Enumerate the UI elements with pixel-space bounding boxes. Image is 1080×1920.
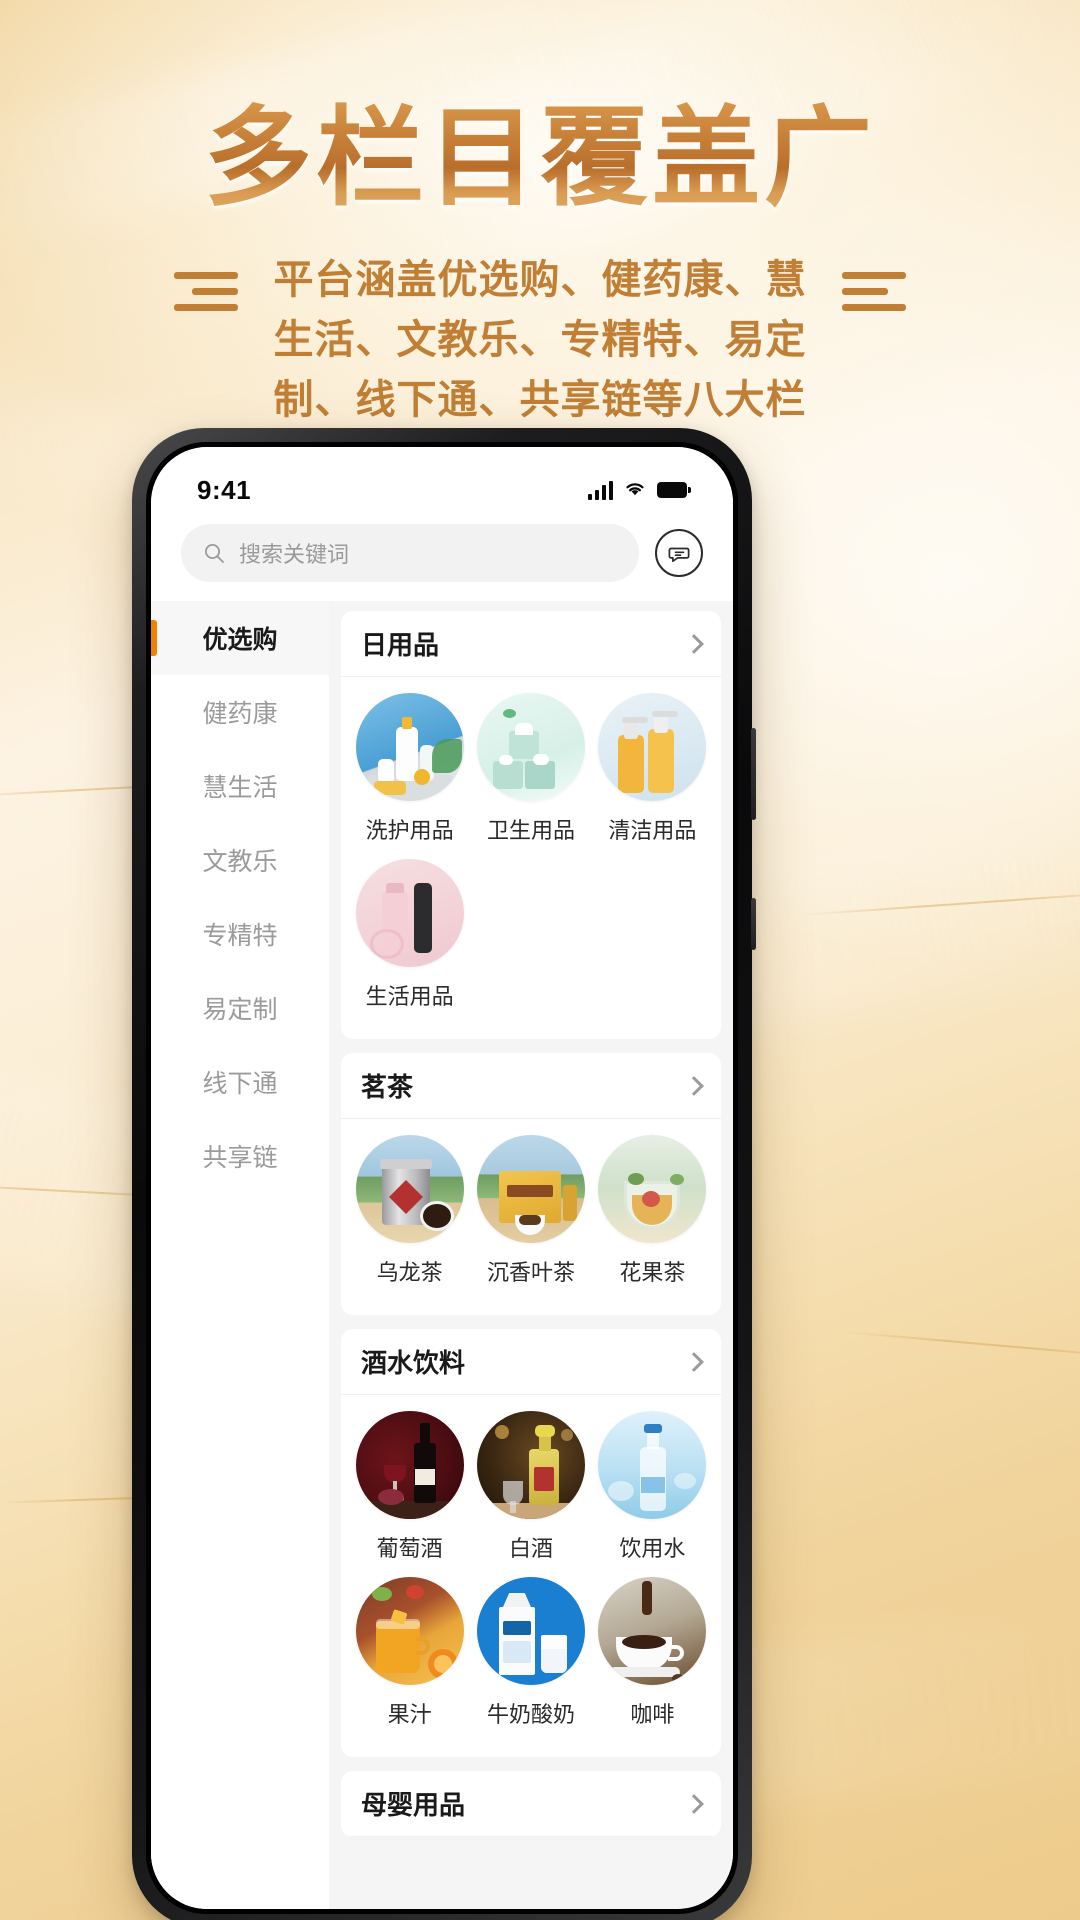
search-icon bbox=[203, 542, 225, 564]
product-thumbnail bbox=[598, 1135, 707, 1243]
section-header[interactable]: 酒水饮料 bbox=[341, 1329, 721, 1395]
product-label: 卫生用品 bbox=[486, 818, 575, 843]
product-label: 白酒 bbox=[508, 1536, 553, 1561]
section-header[interactable]: 日用品 bbox=[341, 611, 721, 677]
product-cell[interactable]: 清洁用品 bbox=[592, 693, 713, 845]
background-line bbox=[842, 1330, 1080, 1360]
phone-power-button bbox=[751, 898, 756, 950]
sidebar-item-jianyaokang[interactable]: 健药康 bbox=[151, 675, 329, 749]
section-card-drinks: 酒水饮料 葡萄酒 白酒 饮用水 果汁 牛奶酸奶 咖啡 bbox=[341, 1329, 721, 1757]
product-thumbnail bbox=[355, 1577, 464, 1685]
product-label: 果汁 bbox=[387, 1702, 432, 1727]
sidebar-item-youxuangou[interactable]: 优选购 bbox=[151, 601, 329, 675]
sidebar-item-label: 共享链 bbox=[202, 1144, 278, 1172]
sidebar-item-label: 文教乐 bbox=[202, 848, 278, 876]
product-cell[interactable]: 白酒 bbox=[470, 1411, 591, 1563]
battery-full-icon bbox=[657, 482, 691, 498]
product-cell[interactable]: 咖啡 bbox=[592, 1577, 713, 1729]
chevron-right-icon[interactable] bbox=[684, 1075, 704, 1096]
product-cell[interactable]: 花果茶 bbox=[592, 1135, 713, 1287]
product-thumbnail bbox=[355, 1411, 464, 1519]
product-label: 乌龙茶 bbox=[376, 1260, 443, 1285]
phone-bezel: 9:41 搜索关键词 优选购 健药康 慧生活 文教乐 专精特 易定制 线下通 共… bbox=[146, 442, 738, 1914]
category-sidebar[interactable]: 优选购 健药康 慧生活 文教乐 专精特 易定制 线下通 共享链 bbox=[151, 601, 329, 1909]
search-input[interactable]: 搜索关键词 bbox=[181, 524, 639, 582]
sidebar-item-label: 易定制 bbox=[202, 996, 278, 1024]
product-thumbnail bbox=[598, 1411, 707, 1519]
product-label: 花果茶 bbox=[619, 1260, 686, 1285]
chevron-right-icon[interactable] bbox=[684, 1351, 704, 1372]
chevron-right-icon[interactable] bbox=[684, 1793, 704, 1814]
product-label: 生活用品 bbox=[365, 984, 454, 1009]
status-time: 9:41 bbox=[197, 474, 252, 505]
status-bar: 9:41 bbox=[151, 447, 733, 519]
phone-screen: 9:41 搜索关键词 优选购 健药康 慧生活 文教乐 专精特 易定制 线下通 共… bbox=[151, 447, 733, 1909]
signal-bars-icon bbox=[588, 480, 613, 500]
sidebar-item-label: 专精特 bbox=[202, 922, 278, 950]
status-icons bbox=[588, 479, 691, 502]
sidebar-item-label: 优选购 bbox=[202, 626, 278, 654]
search-placeholder: 搜索关键词 bbox=[239, 542, 350, 567]
sidebar-item-xianxiatong[interactable]: 线下通 bbox=[151, 1045, 329, 1119]
product-cell[interactable]: 洗护用品 bbox=[349, 693, 470, 845]
product-thumbnail bbox=[476, 1411, 585, 1519]
product-cell[interactable]: 饮用水 bbox=[592, 1411, 713, 1563]
product-cell[interactable]: 生活用品 bbox=[349, 859, 470, 1011]
product-thumbnail bbox=[598, 693, 707, 801]
section-title: 日用品 bbox=[361, 630, 440, 660]
product-cell[interactable]: 葡萄酒 bbox=[349, 1411, 470, 1563]
product-thumbnail bbox=[598, 1577, 707, 1685]
section-header[interactable]: 茗茶 bbox=[341, 1053, 721, 1119]
section-card-mother-baby: 母婴用品 bbox=[341, 1771, 721, 1837]
product-label: 清洁用品 bbox=[608, 818, 697, 843]
decorative-lines-left-icon bbox=[174, 250, 238, 320]
sidebar-item-label: 健药康 bbox=[202, 700, 278, 728]
headline-container: 多栏目覆盖广 bbox=[0, 96, 1080, 220]
phone-mockup: 9:41 搜索关键词 优选购 健药康 慧生活 文教乐 专精特 易定制 线下通 共… bbox=[132, 428, 756, 1920]
chat-bubble-icon[interactable] bbox=[655, 529, 703, 577]
section-card-daily-goods: 日用品 洗护用品 卫生用品 清洁用品 生活用品 bbox=[341, 611, 721, 1039]
product-thumbnail bbox=[476, 693, 585, 801]
sidebar-item-yidingzhi[interactable]: 易定制 bbox=[151, 971, 329, 1045]
wifi-icon bbox=[623, 479, 647, 502]
product-label: 咖啡 bbox=[630, 1702, 675, 1727]
search-bar: 搜索关键词 bbox=[151, 519, 733, 601]
product-thumbnail bbox=[355, 859, 464, 967]
product-cell[interactable]: 乌龙茶 bbox=[349, 1135, 470, 1287]
page-title: 多栏目覆盖广 bbox=[204, 96, 876, 220]
product-label: 牛奶酸奶 bbox=[486, 1702, 575, 1727]
product-label: 洗护用品 bbox=[365, 818, 454, 843]
section-grid: 洗护用品 卫生用品 清洁用品 生活用品 bbox=[341, 677, 721, 1039]
section-grid: 乌龙茶 沉香叶茶 花果茶 bbox=[341, 1119, 721, 1315]
category-content: 日用品 洗护用品 卫生用品 清洁用品 生活用品 茗茶 乌龙茶 沉香叶茶 花果茶 … bbox=[329, 601, 733, 1909]
product-cell[interactable]: 卫生用品 bbox=[470, 693, 591, 845]
app-body: 优选购 健药康 慧生活 文教乐 专精特 易定制 线下通 共享链 日用品 洗护用品… bbox=[151, 601, 733, 1909]
section-title: 母婴用品 bbox=[361, 1790, 466, 1820]
section-card-tea: 茗茶 乌龙茶 沉香叶茶 花果茶 bbox=[341, 1053, 721, 1315]
product-thumbnail bbox=[476, 1135, 585, 1243]
product-thumbnail bbox=[476, 1577, 585, 1685]
product-label: 饮用水 bbox=[619, 1536, 686, 1561]
sidebar-item-label: 慧生活 bbox=[202, 774, 278, 802]
product-cell[interactable]: 沉香叶茶 bbox=[470, 1135, 591, 1287]
sidebar-item-huishenghuo[interactable]: 慧生活 bbox=[151, 749, 329, 823]
product-label: 沉香叶茶 bbox=[486, 1260, 575, 1285]
phone-volume-button bbox=[751, 728, 756, 820]
product-cell[interactable]: 果汁 bbox=[349, 1577, 470, 1729]
product-label: 葡萄酒 bbox=[376, 1536, 443, 1561]
sidebar-item-wenjiaole[interactable]: 文教乐 bbox=[151, 823, 329, 897]
sidebar-item-zhuanjingte[interactable]: 专精特 bbox=[151, 897, 329, 971]
product-cell[interactable]: 牛奶酸奶 bbox=[470, 1577, 591, 1729]
chevron-right-icon[interactable] bbox=[684, 633, 704, 654]
product-thumbnail bbox=[355, 693, 464, 801]
section-title: 茗茶 bbox=[361, 1072, 414, 1102]
section-title: 酒水饮料 bbox=[361, 1348, 466, 1378]
sidebar-item-label: 线下通 bbox=[202, 1070, 278, 1098]
section-grid: 葡萄酒 白酒 饮用水 果汁 牛奶酸奶 咖啡 bbox=[341, 1395, 721, 1757]
product-thumbnail bbox=[355, 1135, 464, 1243]
section-header[interactable]: 母婴用品 bbox=[341, 1771, 721, 1837]
decorative-lines-right-icon bbox=[842, 250, 906, 320]
sidebar-item-gongxianglian[interactable]: 共享链 bbox=[151, 1119, 329, 1193]
